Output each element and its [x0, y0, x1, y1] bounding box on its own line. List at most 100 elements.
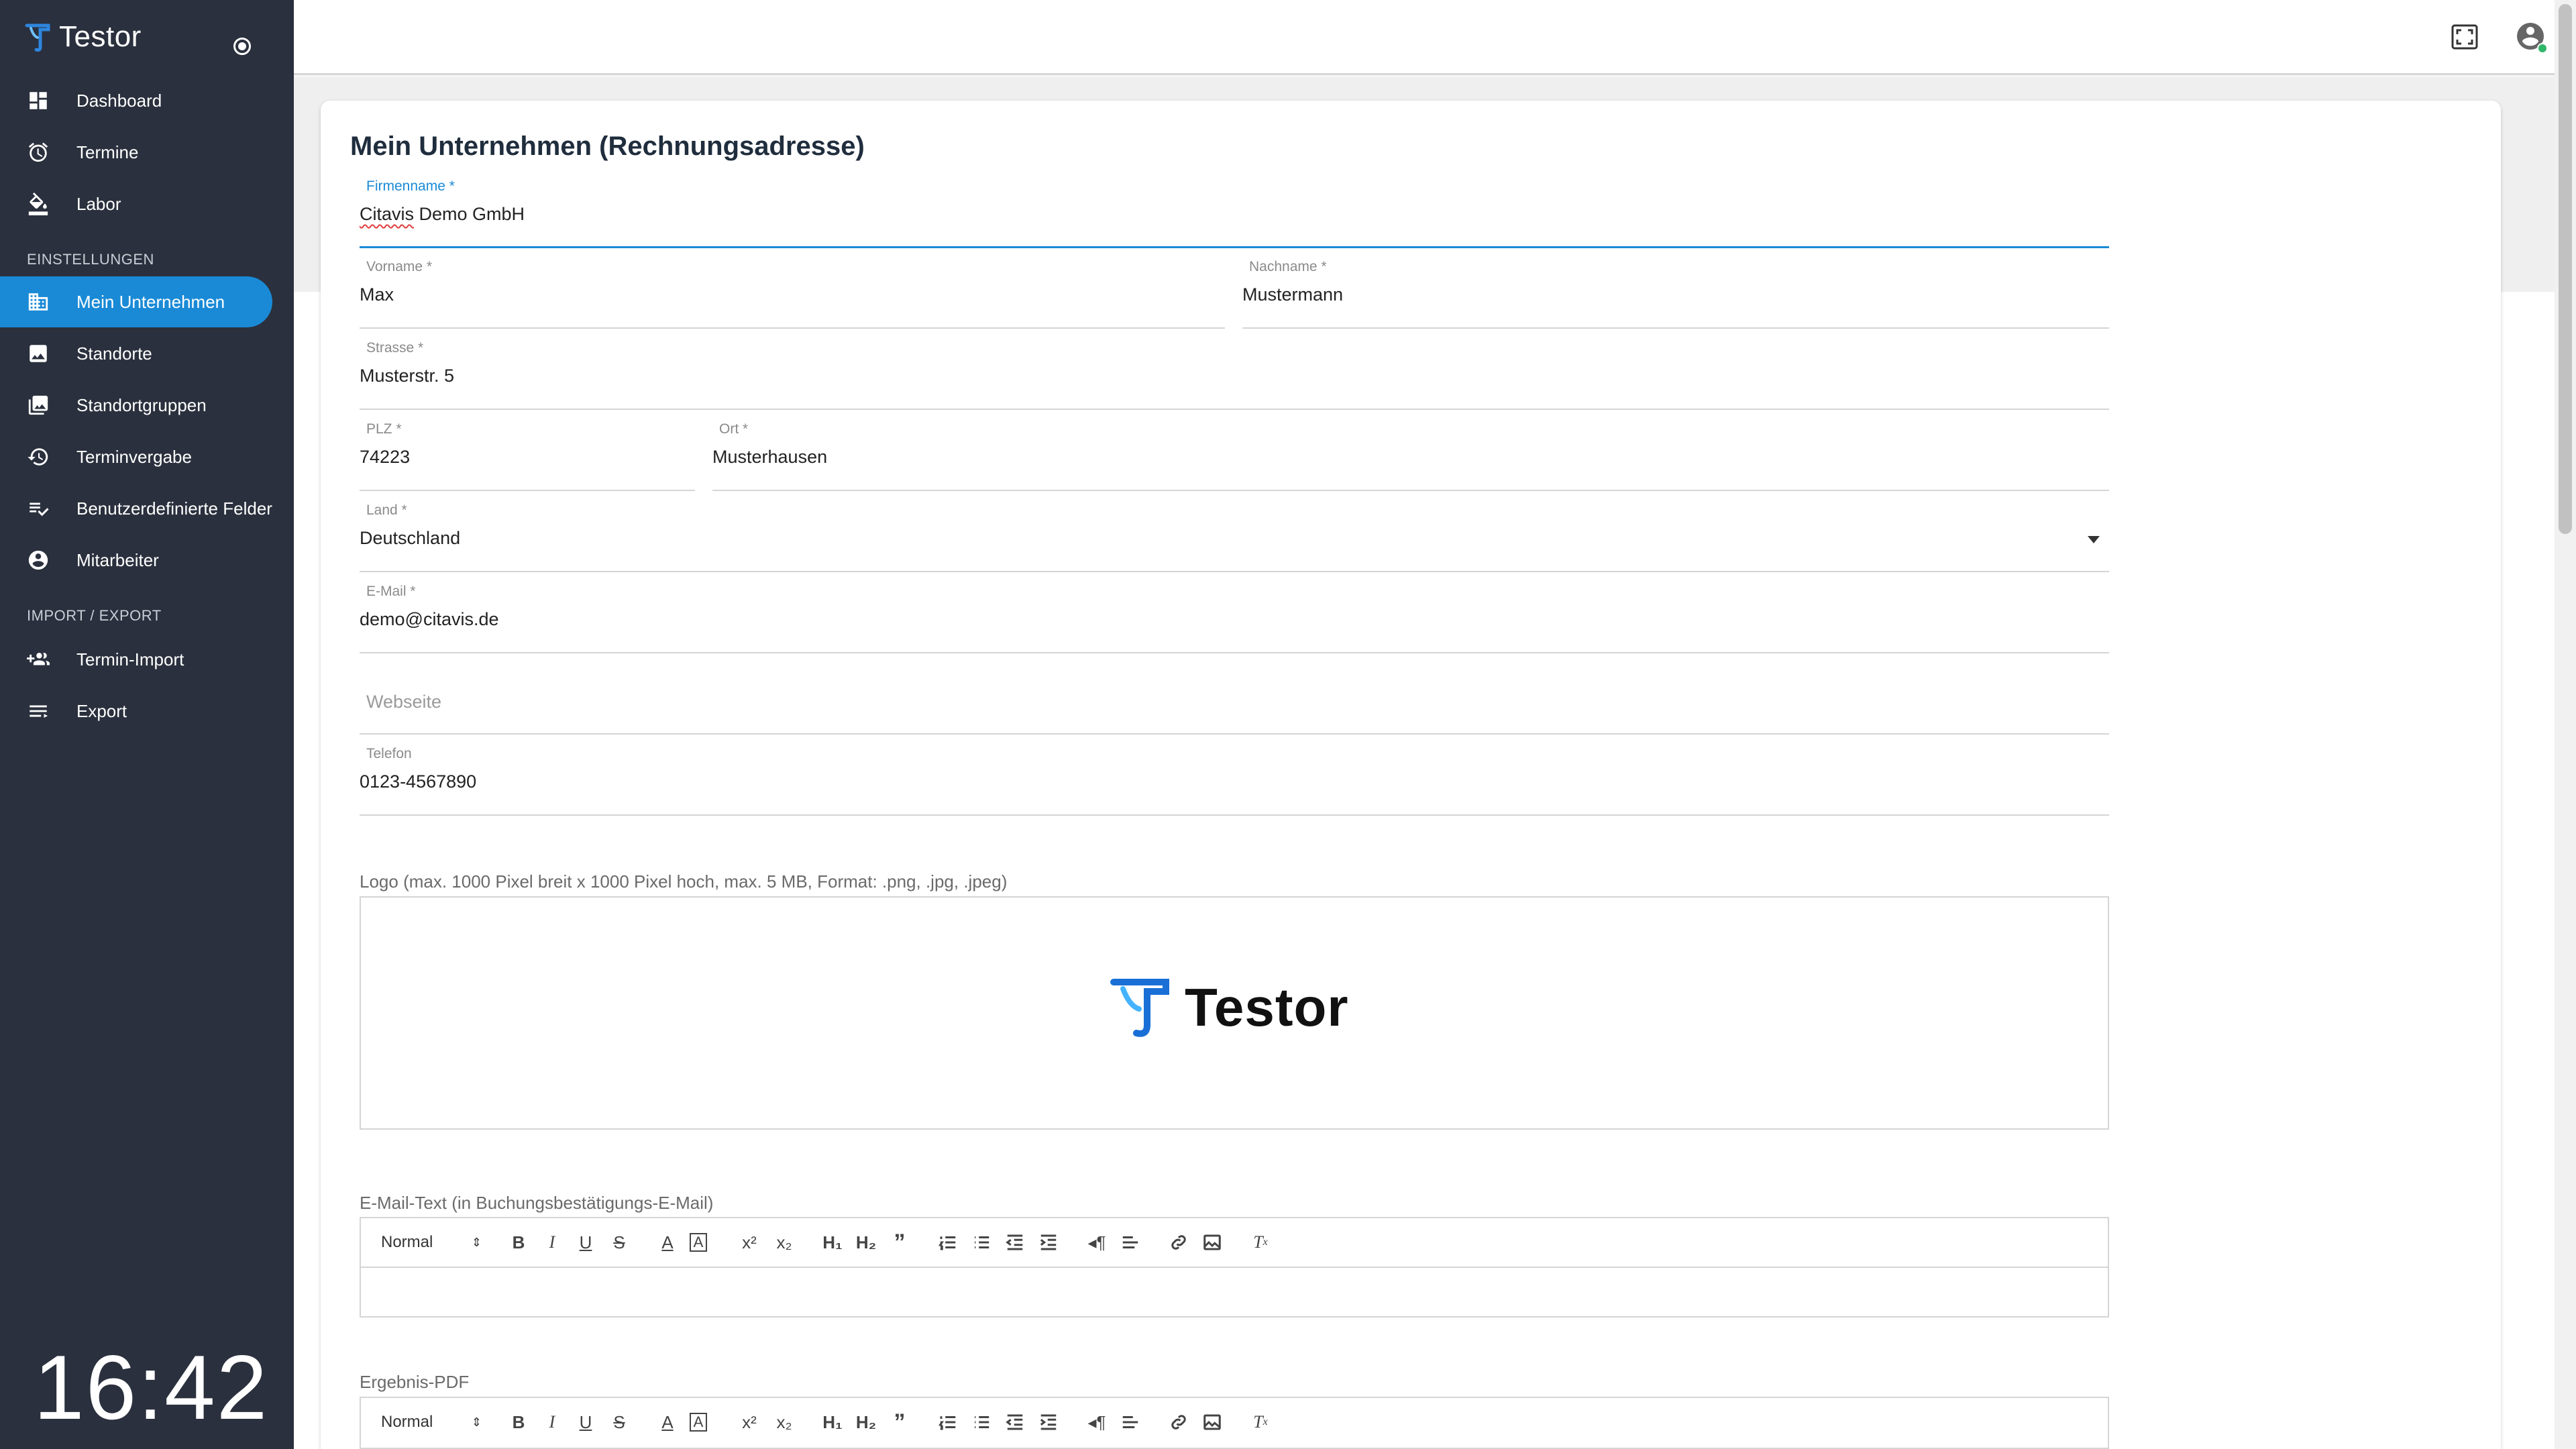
- format-select[interactable]: Normal ⇕: [381, 1409, 482, 1436]
- clear-format-icon[interactable]: Tx: [1249, 1409, 1272, 1436]
- outdent-icon[interactable]: [1004, 1229, 1026, 1256]
- land-select[interactable]: Land * Deutschland: [360, 502, 2109, 572]
- background-color-icon[interactable]: A: [690, 1413, 707, 1432]
- sidebar-item-termin-import[interactable]: Termin-Import: [0, 634, 272, 685]
- email-text-editor-body[interactable]: [361, 1268, 2108, 1318]
- sidebar-item-mitarbeiter[interactable]: Mitarbeiter: [0, 535, 272, 586]
- image-insert-icon[interactable]: [1201, 1409, 1224, 1436]
- text-direction-icon[interactable]: ◂¶: [1085, 1409, 1108, 1436]
- sidebar-item-standortgruppen[interactable]: Standortgruppen: [0, 380, 272, 431]
- paint-bucket-icon: [27, 193, 50, 215]
- sidebar-item-terminvergabe[interactable]: Terminvergabe: [0, 431, 272, 482]
- blockquote-icon[interactable]: ”: [888, 1229, 911, 1256]
- plz-field[interactable]: PLZ * 74223: [360, 421, 695, 491]
- firmenname-value-part2: Demo GmbH: [414, 204, 525, 224]
- superscript-icon[interactable]: x²: [738, 1229, 761, 1256]
- ort-label: Ort *: [719, 421, 749, 437]
- indent-icon[interactable]: [1037, 1409, 1060, 1436]
- strasse-field[interactable]: Strasse * Musterstr. 5: [360, 340, 2109, 410]
- heading-1-icon[interactable]: H₁: [821, 1409, 844, 1436]
- dashboard-icon: [27, 89, 50, 112]
- ordered-list-icon[interactable]: [936, 1229, 959, 1256]
- sidebar-item-dashboard[interactable]: Dashboard: [0, 75, 272, 126]
- italic-icon[interactable]: I: [541, 1229, 564, 1256]
- updown-arrows-icon: ⇕: [471, 1235, 482, 1249]
- text-direction-icon[interactable]: ◂¶: [1085, 1229, 1108, 1256]
- telefon-field[interactable]: Telefon 0123-4567890: [360, 746, 2109, 816]
- testor-logo-icon: [25, 23, 50, 52]
- superscript-icon[interactable]: x²: [738, 1409, 761, 1436]
- sidebar-item-benutzerdefinierte-felder[interactable]: Benutzerdefinierte Felder: [0, 483, 272, 534]
- sidebar-item-label: Terminvergabe: [76, 446, 192, 467]
- history-icon: [27, 445, 50, 468]
- brand[interactable]: Testor: [24, 17, 142, 56]
- subscript-icon[interactable]: x₂: [773, 1229, 796, 1256]
- fullscreen-icon[interactable]: [2451, 24, 2478, 50]
- sidebar-toggle-icon[interactable]: [233, 38, 251, 55]
- format-select-value: Normal: [381, 1233, 433, 1251]
- vorname-field[interactable]: Vorname * Max: [360, 259, 1225, 329]
- sidebar-item-label: Export: [76, 700, 127, 721]
- logo-text: Testor: [1185, 977, 1349, 1037]
- nachname-value: Mustermann: [1242, 284, 1344, 305]
- heading-1-icon[interactable]: H₁: [821, 1229, 844, 1256]
- align-icon[interactable]: [1119, 1229, 1142, 1256]
- sidebar-item-label: Standorte: [76, 343, 152, 364]
- email-value: demo@citavis.de: [360, 609, 499, 629]
- email-text-editor: Normal ⇕ B I U S A A x² x₂ H₁ H₂ ” ◂¶ Tx: [360, 1217, 2109, 1318]
- nachname-field[interactable]: Nachname * Mustermann: [1242, 259, 2109, 329]
- sidebar-item-label: Mitarbeiter: [76, 549, 159, 570]
- outdent-icon[interactable]: [1004, 1409, 1026, 1436]
- heading-2-icon[interactable]: H₂: [855, 1409, 877, 1436]
- alarm-clock-icon: [27, 141, 50, 164]
- format-select[interactable]: Normal ⇕: [381, 1229, 482, 1256]
- testor-logo-icon: [1110, 979, 1169, 1037]
- bullet-list-icon[interactable]: [970, 1229, 993, 1256]
- text-color-icon[interactable]: A: [656, 1409, 679, 1436]
- underline-icon[interactable]: U: [574, 1229, 597, 1256]
- logo-upload-area[interactable]: Testor: [360, 896, 2109, 1130]
- background-color-icon[interactable]: A: [690, 1233, 707, 1252]
- app-name: Testor: [59, 20, 142, 53]
- sidebar-item-labor[interactable]: Labor: [0, 178, 272, 229]
- ordered-list-icon[interactable]: [936, 1409, 959, 1436]
- strikethrough-icon[interactable]: S: [608, 1229, 631, 1256]
- bold-icon[interactable]: B: [507, 1229, 530, 1256]
- image-insert-icon[interactable]: [1201, 1229, 1224, 1256]
- sidebar-item-mein-unternehmen[interactable]: Mein Unternehmen: [0, 276, 272, 327]
- sidebar-item-export[interactable]: Export: [0, 686, 272, 737]
- scrollbar-thumb[interactable]: [2559, 4, 2572, 534]
- strikethrough-icon[interactable]: S: [608, 1409, 631, 1436]
- sidebar-item-standorte[interactable]: Standorte: [0, 328, 272, 379]
- subscript-icon[interactable]: x₂: [773, 1409, 796, 1436]
- indent-icon[interactable]: [1037, 1229, 1060, 1256]
- firmenname-field[interactable]: Firmenname * Citavis Demo GmbH: [360, 178, 2109, 248]
- editor-toolbar: Normal ⇕ B I U S A A x² x₂ H₁ H₂ ” ◂¶ Tx: [361, 1398, 2108, 1448]
- ort-field[interactable]: Ort * Musterhausen: [712, 421, 2109, 491]
- blockquote-icon[interactable]: ”: [888, 1409, 911, 1436]
- bold-icon[interactable]: B: [507, 1409, 530, 1436]
- webseite-field[interactable]: Webseite: [360, 665, 2109, 735]
- sidebar-item-label: Standortgruppen: [76, 394, 207, 415]
- sidebar-item-termine[interactable]: Termine: [0, 127, 272, 178]
- link-icon[interactable]: [1167, 1409, 1190, 1436]
- text-color-icon[interactable]: A: [656, 1229, 679, 1256]
- heading-2-icon[interactable]: H₂: [855, 1229, 877, 1256]
- align-icon[interactable]: [1119, 1409, 1142, 1436]
- nachname-label: Nachname *: [1249, 259, 1327, 274]
- image-icon: [27, 342, 50, 365]
- ort-value: Musterhausen: [712, 447, 828, 467]
- updown-arrows-icon: ⇕: [471, 1415, 482, 1429]
- clear-format-icon[interactable]: Tx: [1249, 1229, 1272, 1256]
- italic-icon[interactable]: I: [541, 1409, 564, 1436]
- webseite-placeholder: Webseite: [366, 692, 442, 712]
- plz-value: 74223: [360, 447, 411, 467]
- sidebar-item-label: Benutzerdefinierte Felder: [76, 498, 272, 519]
- dropdown-arrow-icon[interactable]: [2088, 536, 2100, 543]
- underline-icon[interactable]: U: [574, 1409, 597, 1436]
- editor-toolbar: Normal ⇕ B I U S A A x² x₂ H₁ H₂ ” ◂¶ Tx: [361, 1218, 2108, 1268]
- email-field[interactable]: E-Mail * demo@citavis.de: [360, 584, 2109, 653]
- link-icon[interactable]: [1167, 1229, 1190, 1256]
- land-label: Land *: [366, 502, 407, 518]
- bullet-list-icon[interactable]: [970, 1409, 993, 1436]
